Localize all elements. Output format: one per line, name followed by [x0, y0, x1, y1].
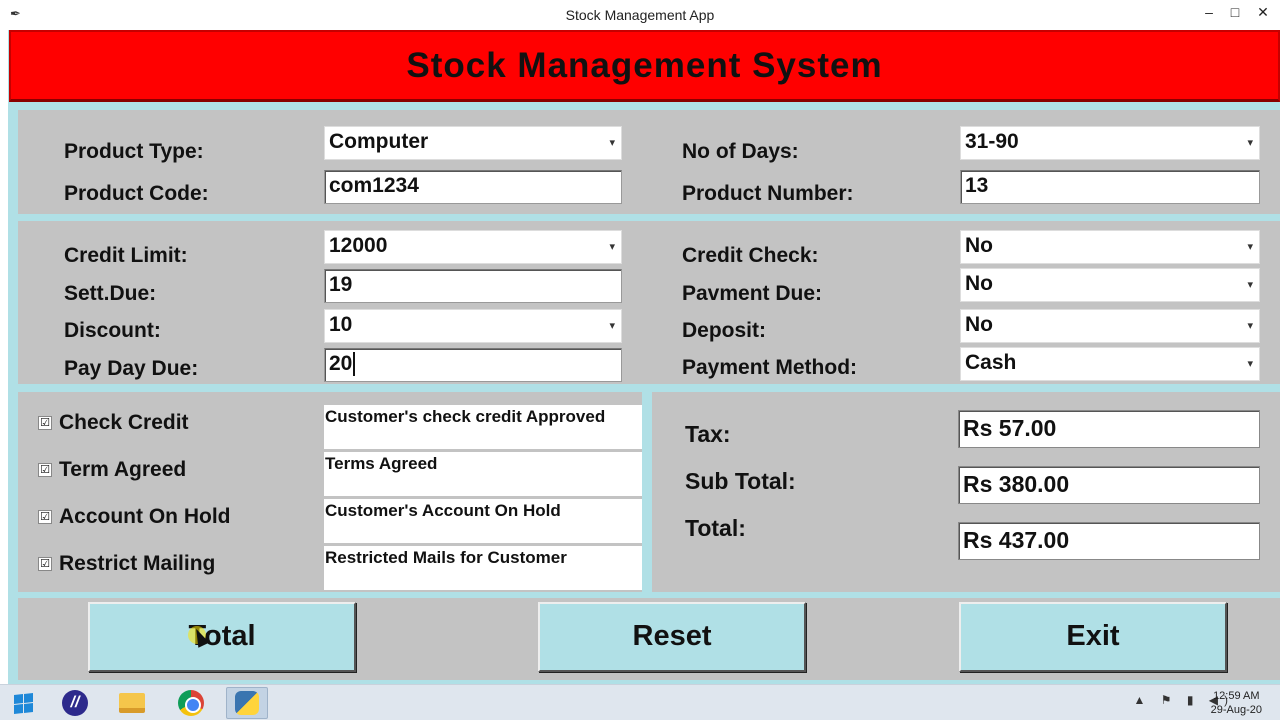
tax-label: Tax: [685, 421, 731, 447]
payment-due-select[interactable]: No ▾ [960, 268, 1260, 302]
discount-value: 10 [329, 313, 353, 336]
sub-total-field[interactable]: Rs 380.00 [958, 466, 1260, 504]
minimize-button[interactable]: – [1198, 2, 1220, 24]
chevron-down-icon: ▾ [1247, 241, 1253, 253]
close-button[interactable]: ✕ [1252, 2, 1274, 24]
product-panel: Product Type: Computer ▾ Product Code: c… [18, 110, 1280, 214]
app-frame: Stock Management System Product Type: Co… [8, 30, 1280, 684]
account-on-hold-message[interactable]: Customer's Account On Hold [324, 499, 642, 543]
chrome-icon [178, 690, 204, 716]
window-titlebar: ✒ Stock Management App – □ ✕ [0, 0, 1280, 30]
folder-icon [119, 693, 145, 713]
tax-field[interactable]: Rs 57.00 [958, 410, 1260, 448]
maximize-button[interactable]: □ [1224, 2, 1246, 24]
payment-method-label: Payment Method: [682, 356, 858, 379]
chevron-down-icon: ▾ [1247, 279, 1253, 291]
totals-panel: Tax: Rs 57.00 Sub Total: Rs 380.00 Total… [652, 392, 1280, 592]
total-button[interactable]: Total [88, 602, 356, 672]
term-agreed-label[interactable]: Term Agreed [59, 458, 186, 482]
deposit-value: No [965, 313, 993, 336]
check-credit-checkbox[interactable]: ☑ [38, 416, 52, 430]
payment-method-select[interactable]: Cash ▾ [960, 347, 1260, 381]
total-field[interactable]: Rs 437.00 [958, 522, 1260, 560]
product-code-label: Product Code: [64, 182, 209, 205]
credit-panel: Credit Limit: 12000 ▾ Sett.Due: 19 Disco… [18, 221, 1280, 384]
taskbar-eclipse[interactable]: // [54, 687, 96, 719]
no-of-days-select[interactable]: 31-90 ▾ [960, 126, 1260, 160]
check-credit-message[interactable]: Customer's check credit Approved [324, 405, 642, 449]
deposit-select[interactable]: No ▾ [960, 309, 1260, 343]
python-icon [235, 691, 259, 715]
credit-limit-select[interactable]: 12000 ▾ [324, 230, 622, 264]
credit-check-label: Credit Check: [682, 244, 819, 267]
product-number-input[interactable]: 13 [960, 170, 1260, 204]
text-caret [353, 352, 356, 377]
check-credit-label[interactable]: Check Credit [59, 411, 189, 435]
chevron-down-icon: ▾ [1247, 358, 1253, 370]
taskbar-file-explorer[interactable] [111, 687, 153, 719]
pay-day-due-label: Pay Day Due: [64, 357, 199, 380]
header-banner: Stock Management System [9, 30, 1280, 102]
sett-due-label: Sett.Due: [64, 282, 157, 305]
chevron-down-icon: ▾ [1247, 320, 1253, 332]
discount-label: Discount: [64, 319, 161, 342]
clock-date: 29-Aug-20 [1210, 704, 1262, 716]
sub-total-label: Sub Total: [685, 468, 796, 494]
taskbar: // ▲ ⚑ ▮ ◀) 12:59 AM 29-Aug-20 [0, 684, 1280, 720]
clock-time: 12:59 AM [1213, 690, 1260, 702]
product-type-label: Product Type: [64, 140, 204, 163]
pay-day-due-value: 20 [329, 352, 353, 375]
taskbar-chrome[interactable] [170, 687, 212, 719]
product-code-input[interactable]: com1234 [324, 170, 622, 204]
restrict-mailing-checkbox[interactable]: ☑ [38, 557, 52, 571]
reset-button[interactable]: Reset [538, 602, 806, 672]
chevron-down-icon: ▾ [609, 320, 615, 332]
chevron-down-icon: ▾ [609, 137, 615, 149]
credit-check-value: No [965, 234, 993, 257]
taskbar-python[interactable] [226, 687, 268, 719]
taskbar-clock[interactable]: 12:59 AM 29-Aug-20 [1211, 689, 1262, 717]
exit-button[interactable]: Exit [959, 602, 1227, 672]
product-number-label: Product Number: [682, 182, 854, 205]
restrict-mailing-message[interactable]: Restricted Mails for Customer [324, 546, 642, 590]
window-title: Stock Management App [565, 7, 715, 23]
product-type-value: Computer [329, 130, 429, 153]
options-panel: ☑ Check Credit Customer's check credit A… [18, 392, 642, 592]
pay-day-due-input[interactable]: 20 [324, 348, 622, 382]
payment-due-value: No [965, 272, 993, 295]
sett-due-input[interactable]: 19 [324, 269, 622, 303]
restrict-mailing-label[interactable]: Restrict Mailing [59, 552, 215, 576]
start-button[interactable] [0, 687, 46, 719]
credit-limit-value: 12000 [329, 234, 388, 257]
chevron-down-icon: ▾ [1247, 137, 1253, 149]
eclipse-icon: // [62, 690, 88, 716]
term-agreed-message[interactable]: Terms Agreed [324, 452, 642, 496]
no-of-days-label: No of Days: [682, 140, 799, 163]
page-title: Stock Management System [406, 46, 883, 85]
windows-logo-icon [13, 692, 33, 714]
account-on-hold-label[interactable]: Account On Hold [59, 505, 231, 529]
deposit-label: Deposit: [682, 319, 766, 342]
credit-limit-label: Credit Limit: [64, 244, 188, 267]
account-on-hold-checkbox[interactable]: ☑ [38, 510, 52, 524]
product-type-select[interactable]: Computer ▾ [324, 126, 622, 160]
chevron-down-icon: ▾ [609, 241, 615, 253]
payment-method-value: Cash [965, 351, 1017, 374]
no-of-days-value: 31-90 [965, 130, 1019, 153]
term-agreed-checkbox[interactable]: ☑ [38, 463, 52, 477]
discount-select[interactable]: 10 ▾ [324, 309, 622, 343]
payment-due-label: Pavment Due: [682, 282, 823, 305]
credit-check-select[interactable]: No ▾ [960, 230, 1260, 264]
total-label: Total: [685, 515, 746, 541]
